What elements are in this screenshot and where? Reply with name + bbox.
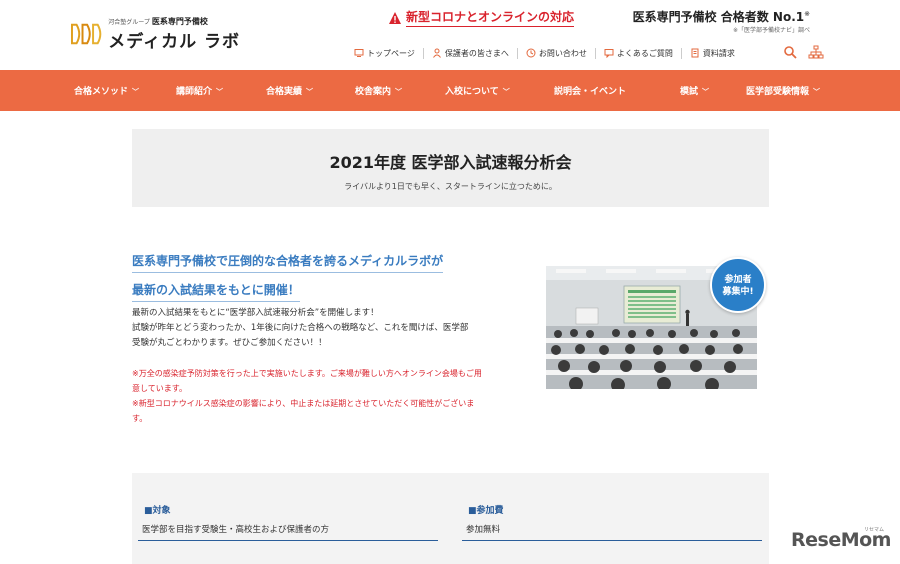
sitemap-icon[interactable] xyxy=(808,45,824,59)
monitor-icon xyxy=(354,49,364,57)
menu-mock-exam[interactable]: 模試 ﹀ xyxy=(680,84,709,97)
topnav-faq[interactable]: よくあるご質問 xyxy=(594,47,681,59)
clock-icon xyxy=(526,48,536,58)
chevron-down-icon: ﹀ xyxy=(306,88,314,96)
event-info-box: ■対象 医学部を目指す受験生・高校生および保護者の方 ■参加費 参加無料 xyxy=(132,473,769,564)
badge-line-2: 募集中! xyxy=(722,287,754,297)
menu-admission[interactable]: 入校について ﹀ xyxy=(445,84,510,97)
divider xyxy=(462,540,762,541)
page-subtitle: ライバルより1日でも早く、スタートラインに立つために。 xyxy=(344,182,557,191)
covid-notice-link[interactable]: 新型コロナとオンラインの対応 xyxy=(388,8,575,27)
topnav-parents[interactable]: 保護者の皆さまへ xyxy=(422,47,517,59)
logo-name: メディカル ラボ xyxy=(108,32,240,52)
chevron-down-icon: ﹀ xyxy=(216,88,224,96)
event-description: 最新の入試結果をもとに“医学部入試速報分析会”を開催します！ 試験が昨年とどう変… xyxy=(132,306,512,351)
divider xyxy=(138,540,438,541)
chevron-down-icon: ﹀ xyxy=(132,88,140,96)
top-nav: トップページ 保護者の皆さまへ お問い合わせ よくあるご質問 資料請求 xyxy=(350,45,743,61)
notice-line: 意しています。 xyxy=(132,384,187,393)
lead-line-1: 医系専門予備校で圧倒的な合格者を誇るメディカルラボが xyxy=(132,252,444,273)
event-notice: ※万全の感染症予防対策を行った上で実施いたします。ご来場が難しい方へオンライン会… xyxy=(132,366,512,426)
site-header: 河合塾グループ 医系専門予備校 メディカル ラボ 新型コロナとオンラインの対応 … xyxy=(0,0,900,70)
info-fee-label: ■参加費 xyxy=(468,506,504,516)
notice-line: す。 xyxy=(132,414,148,423)
menu-campus[interactable]: 校舎案内 ﹀ xyxy=(355,84,402,97)
description-line: 試験が昨年とどう変わったか、1年後に向けた合格への戦略など、これを聞けば、医学部 xyxy=(132,323,469,333)
chevron-down-icon: ﹀ xyxy=(395,88,403,96)
page-title: 2021年度 医学部入試速報分析会 xyxy=(329,153,572,172)
resemom-watermark-small: リセマム xyxy=(864,527,885,533)
badge-line-1: 参加者 xyxy=(724,275,752,285)
person-icon xyxy=(432,48,441,58)
info-target-value: 医学部を目指す受験生・高校生および保護者の方 xyxy=(142,525,330,535)
warning-icon xyxy=(389,11,401,24)
menu-results[interactable]: 合格実績 ﹀ xyxy=(266,84,313,97)
notice-line: ※万全の感染症予防対策を行った上で実施いたします。ご来場が難しい方へオンライン会… xyxy=(132,369,482,378)
search-icon[interactable] xyxy=(783,45,797,59)
chat-icon xyxy=(604,49,614,58)
menu-teachers[interactable]: 講師紹介 ﹀ xyxy=(176,84,223,97)
site-logo[interactable]: 河合塾グループ 医系専門予備校 メディカル ラボ xyxy=(70,14,240,54)
notice-line: ※新型コロナウイルス感染症の影響により、中止または延期とさせていただく可能性がご… xyxy=(132,399,475,408)
covid-notice-text: 新型コロナとオンラインの対応 xyxy=(406,8,575,27)
lead-line-2: 最新の入試結果をもとに開催！ xyxy=(132,281,300,302)
chevron-down-icon: ﹀ xyxy=(702,88,710,96)
description-line: 受験が丸ごとわかります。ぜひご参加ください！！ xyxy=(132,338,327,348)
lead-heading: 医系専門予備校で圧倒的な合格者を誇るメディカルラボが 最新の入試結果をもとに開催… xyxy=(132,250,444,302)
description-line: 最新の入試結果をもとに“医学部入試速報分析会”を開催します！ xyxy=(132,308,379,318)
menu-method[interactable]: 合格メソッド ﹀ xyxy=(74,84,139,97)
chevron-down-icon: ﹀ xyxy=(813,88,821,96)
rank-note: ※「医学部予備校ナビ」調べ xyxy=(732,27,810,34)
document-icon xyxy=(691,48,699,58)
main-menu: 合格メソッド ﹀ 講師紹介 ﹀ 合格実績 ﹀ 校舎案内 ﹀ 入校について ﹀ 説明会・イベ… xyxy=(0,70,900,111)
topnav-home[interactable]: トップページ xyxy=(350,48,423,59)
menu-exam-info[interactable]: 医学部受験情報 ﹀ xyxy=(746,84,820,97)
topnav-contact[interactable]: お問い合わせ xyxy=(516,47,595,59)
recruiting-badge: 参加者 募集中! xyxy=(710,257,766,313)
logo-group: 河合塾グループ 医系専門予備校 xyxy=(108,17,208,26)
hero-banner: 2021年度 医学部入試速報分析会 ライバルより1日でも早く、スタートラインに立… xyxy=(132,129,769,207)
info-target-label: ■対象 xyxy=(144,506,171,516)
ddd-logo-icon xyxy=(70,23,102,45)
rank-claim: 医系専門予備校 合格者数 No.1※ xyxy=(632,10,810,24)
info-fee-value: 参加無料 xyxy=(466,525,501,535)
topnav-request[interactable]: 資料請求 xyxy=(680,47,743,59)
chevron-down-icon: ﹀ xyxy=(502,88,510,96)
menu-events[interactable]: 説明会・イベント xyxy=(554,84,626,97)
